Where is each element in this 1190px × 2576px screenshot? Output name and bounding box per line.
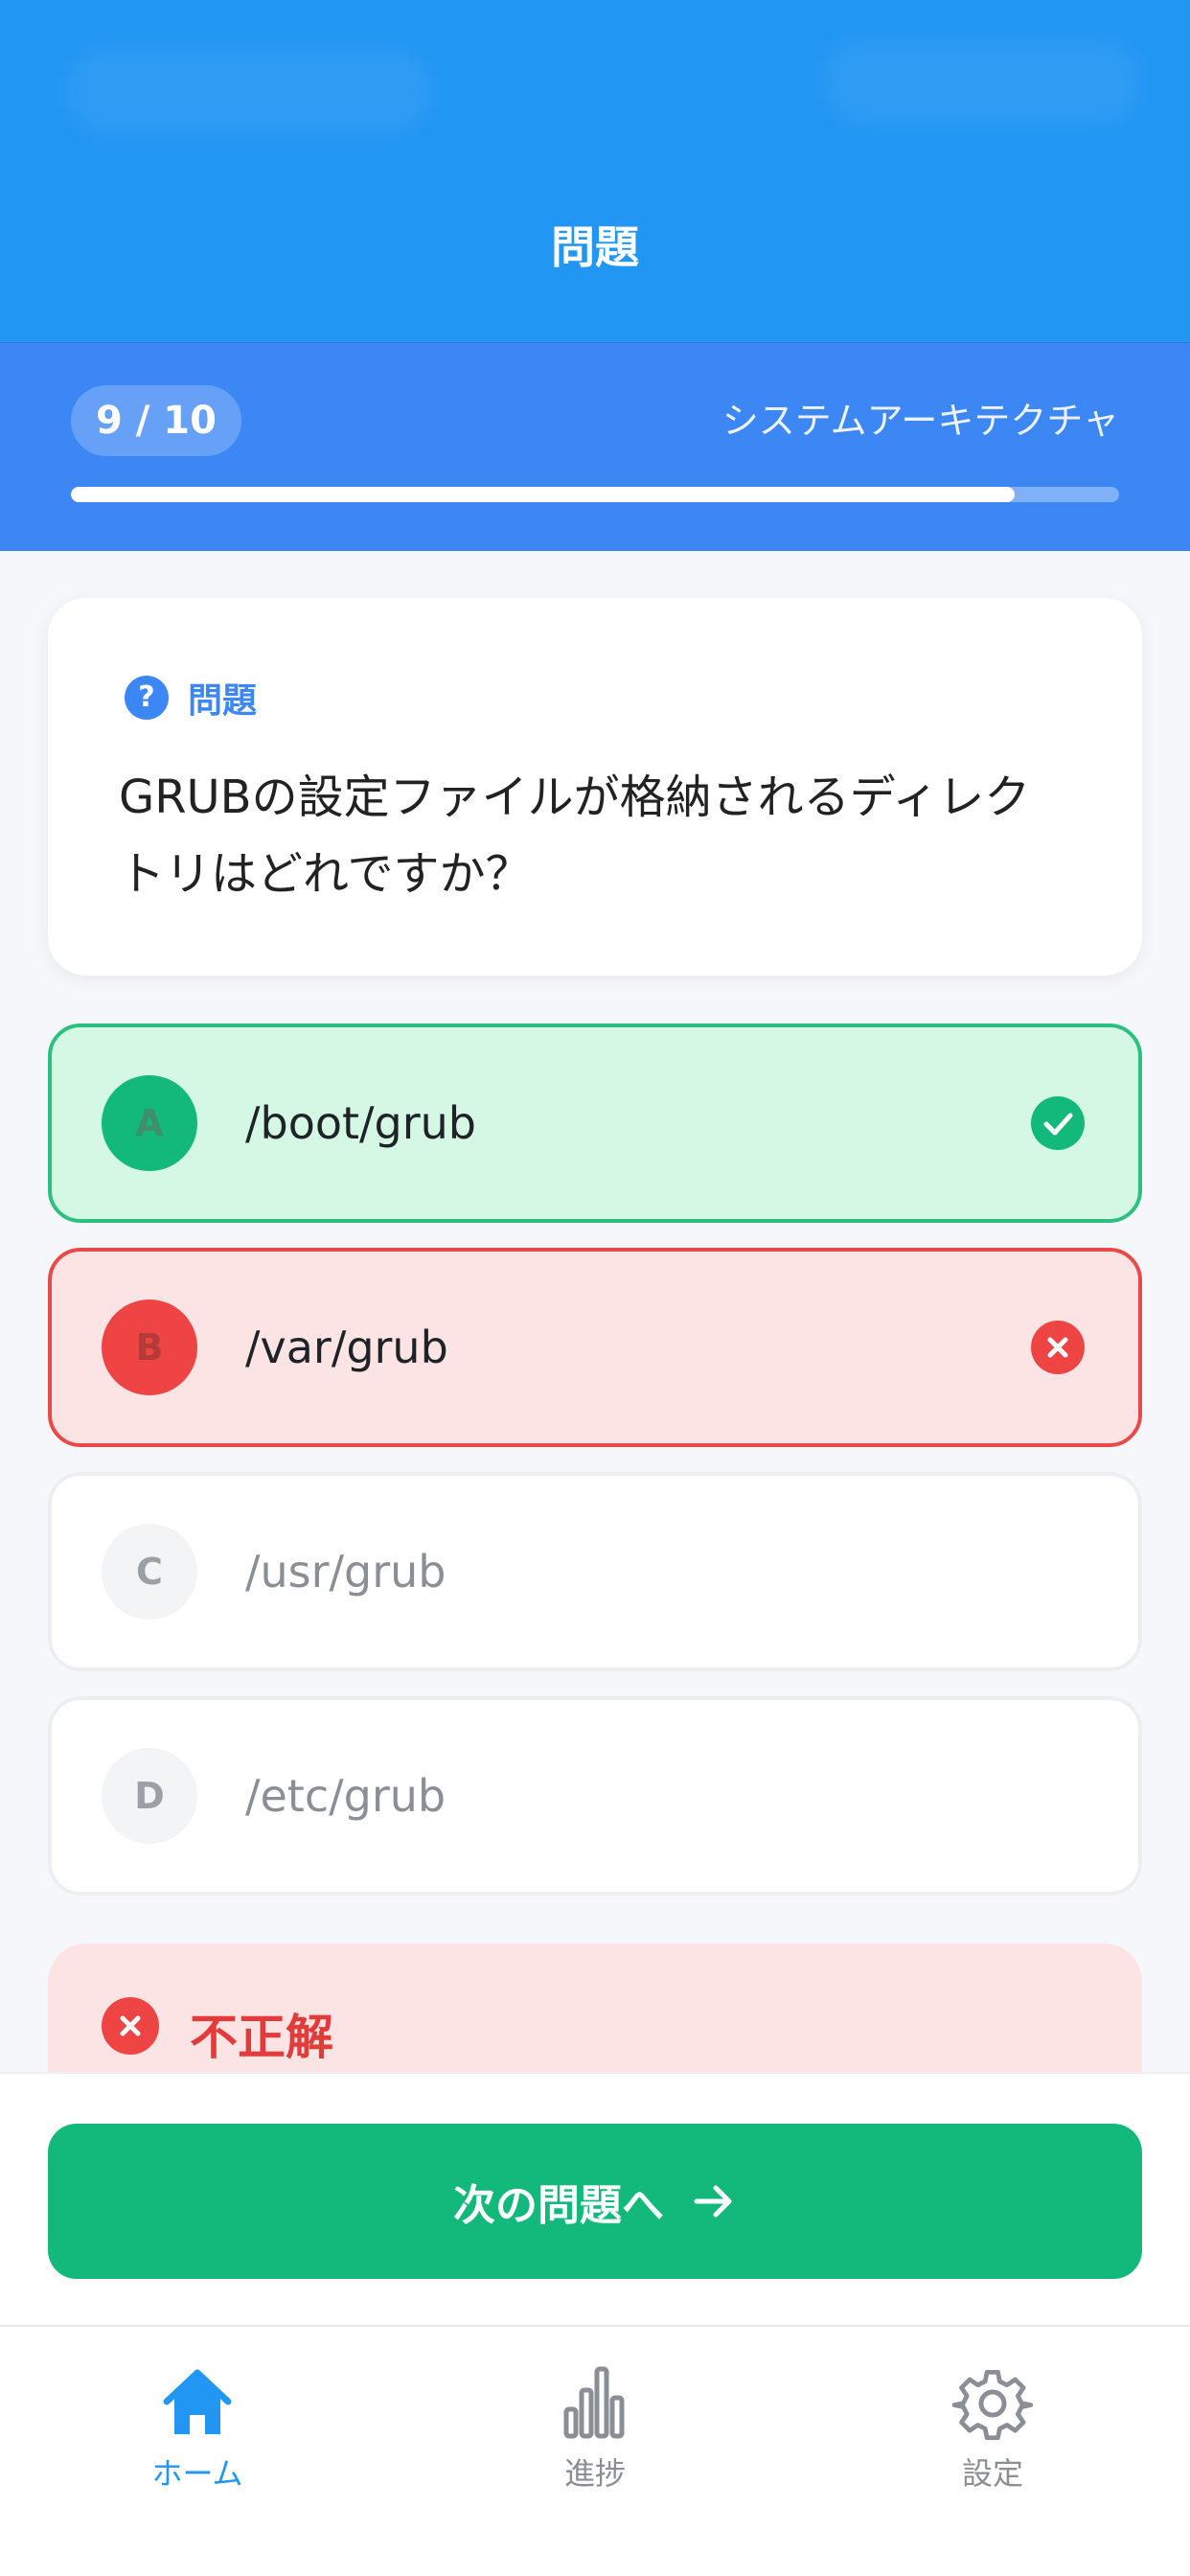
progress-section: 9 / 10 システムアーキテクチャ <box>0 342 1190 551</box>
progress-bar <box>71 487 1119 502</box>
gear-icon <box>951 2363 1034 2444</box>
bottom-tab-bar: ホーム 進捗 設定 <box>0 2325 1190 2576</box>
answer-option-d[interactable]: D /etc/grub <box>48 1696 1142 1896</box>
tab-label: 進捗 <box>563 2455 626 2492</box>
next-question-label: 次の問題へ <box>453 2181 664 2230</box>
question-text: GRUBの設定ファイルが格納されるディレク トリはどれですか？ <box>119 759 1077 912</box>
tab-home[interactable]: ホーム <box>102 2363 293 2494</box>
answer-option-c[interactable]: C /usr/grub <box>48 1472 1142 1671</box>
progress-bar-fill <box>71 487 1015 502</box>
question-text-line-2: トリはどれですか？ <box>119 847 532 901</box>
action-bar: 次の問題へ <box>0 2072 1190 2325</box>
home-icon <box>157 2363 238 2444</box>
option-letter-badge: D <box>102 1748 197 1844</box>
option-text: /var/grub <box>245 1322 448 1373</box>
option-text: /usr/grub <box>245 1546 446 1598</box>
question-label-text: 問題 <box>188 681 258 721</box>
page-title: 問題 <box>551 221 639 273</box>
header-decoration-left <box>67 48 431 134</box>
tab-progress[interactable]: 進捗 <box>499 2363 691 2494</box>
tab-settings[interactable]: 設定 <box>897 2363 1088 2494</box>
option-letter-badge: A <box>102 1075 197 1171</box>
question-mark-icon: ? <box>125 676 169 720</box>
option-letter-badge: C <box>102 1524 197 1620</box>
question-label: ? 問題 <box>125 673 257 723</box>
option-letter-badge: B <box>102 1300 197 1395</box>
check-icon <box>1031 1096 1085 1150</box>
question-text-line-1: GRUBの設定ファイルが格納されるディレク <box>119 770 1031 824</box>
answer-option-a[interactable]: A /boot/grub <box>48 1024 1142 1223</box>
bar-chart-icon <box>555 2363 635 2444</box>
question-counter-badge: 9 / 10 <box>71 385 241 456</box>
category-label: システムアーキテクチャ <box>721 400 1119 442</box>
tab-label: 設定 <box>961 2455 1023 2492</box>
error-icon <box>102 1997 159 2055</box>
result-label: 不正解 <box>190 2010 333 2065</box>
close-icon <box>1031 1321 1085 1374</box>
next-question-button[interactable]: 次の問題へ <box>48 2124 1142 2279</box>
question-card: ? 問題 GRUBの設定ファイルが格納されるディレク トリはどれですか？ <box>48 598 1142 976</box>
option-text: /boot/grub <box>245 1097 476 1149</box>
answer-option-b[interactable]: B /var/grub <box>48 1248 1142 1447</box>
header-decoration-right <box>824 38 1140 125</box>
option-text: /etc/grub <box>245 1770 446 1822</box>
tab-label: ホーム <box>151 2455 243 2492</box>
arrow-right-icon <box>691 2182 737 2220</box>
app-header: 問題 <box>0 0 1190 342</box>
